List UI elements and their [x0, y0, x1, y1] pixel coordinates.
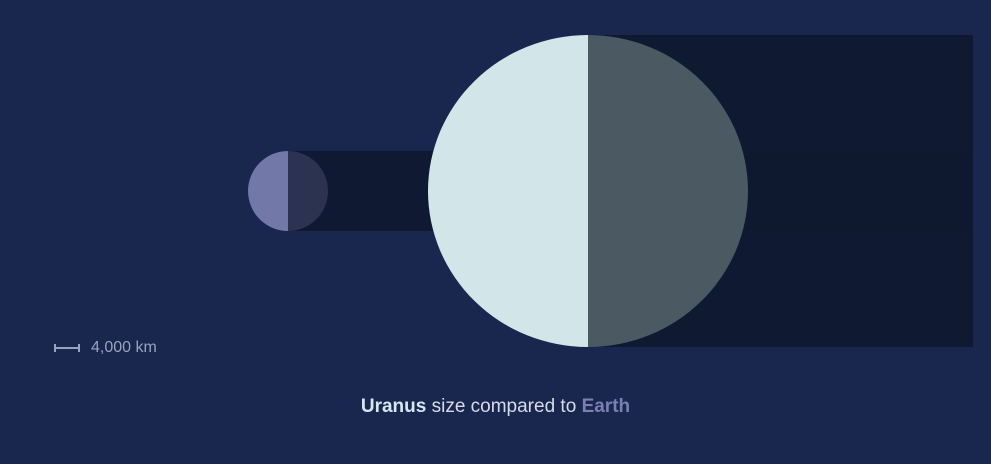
- comparison-diagram: [248, 35, 973, 347]
- caption-connector: size compared to: [426, 396, 582, 417]
- earth-planet: [248, 151, 328, 231]
- scale-legend: 4,000 km: [54, 338, 157, 358]
- caption-compared-planet: Earth: [581, 396, 631, 417]
- scale-label: 4,000 km: [91, 339, 157, 356]
- uranus-planet: [428, 35, 748, 347]
- planet-size-comparison: 4,000 km Uranus size compared to Earth: [0, 0, 991, 464]
- uranus-lit-half: [428, 35, 588, 347]
- caption-primary-planet: Uranus: [360, 396, 427, 417]
- earth-lit-half: [248, 151, 288, 231]
- scale-bar-icon: [54, 344, 80, 352]
- comparison-caption: Uranus size compared to Earth: [0, 396, 991, 418]
